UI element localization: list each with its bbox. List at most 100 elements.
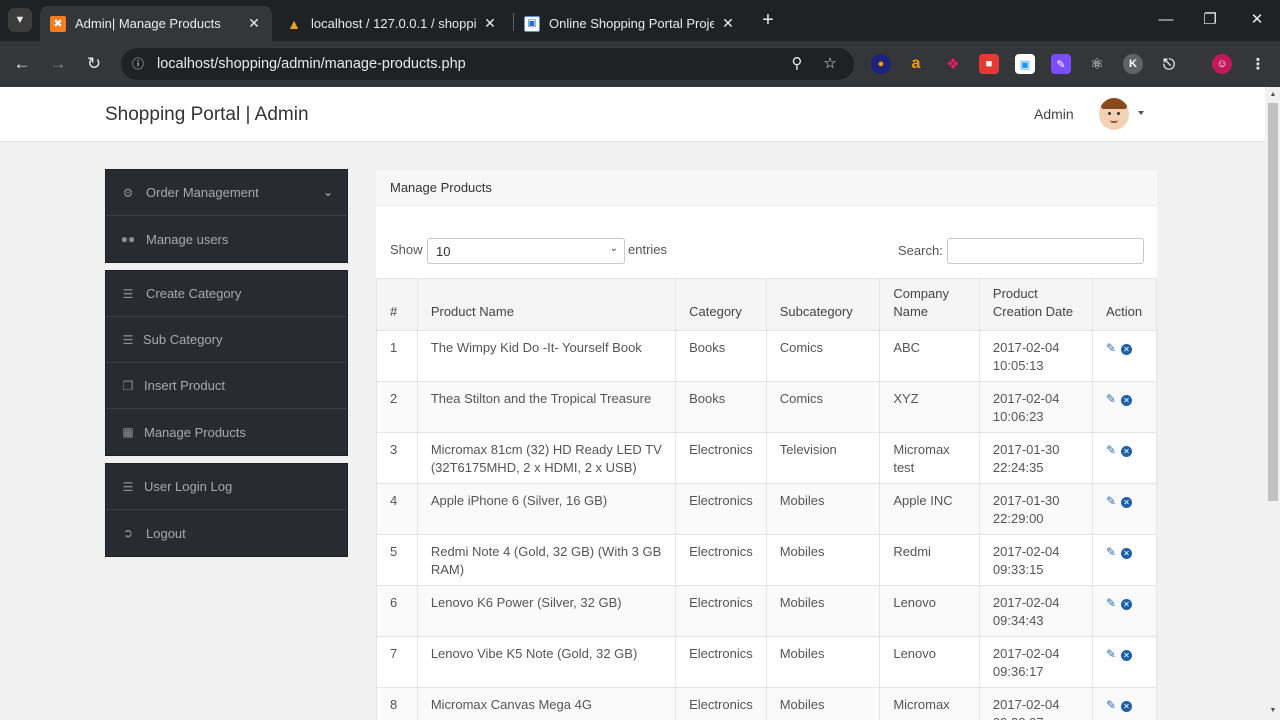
products-table: # Product Name Category Subcategory Comp…	[376, 278, 1157, 720]
browser-tab-active[interactable]: ✖ Admin| Manage Products ✕	[40, 6, 272, 41]
cell-number: 8	[376, 687, 418, 720]
scrollbar-thumb[interactable]	[1268, 103, 1278, 501]
entries-label: entries	[628, 242, 668, 257]
edit-icon[interactable]: ✎	[1106, 699, 1118, 711]
table-header-row: # Product Name Category Subcategory Comp…	[376, 278, 1157, 331]
address-bar[interactable]: ⓘ localhost/shopping/admin/manage-produc…	[121, 48, 854, 80]
column-header-category[interactable]: Category	[675, 278, 767, 331]
sidebar-item-order-management[interactable]: ⚙ Order Management ⌄	[106, 170, 347, 216]
cell-number: 6	[376, 585, 418, 637]
sidebar-group-catalog: ☰ Create Category ☰ Sub Category ❐ Inser…	[105, 270, 348, 456]
delete-icon[interactable]: ✕	[1121, 497, 1132, 508]
edit-icon[interactable]: ✎	[1106, 495, 1118, 507]
pocket-icon[interactable]: ■	[979, 54, 999, 74]
page-size-select[interactable]: 10 ⌄	[427, 238, 625, 264]
browser-tab[interactable]: ▣ Online Shopping Portal Project ✕	[514, 6, 746, 41]
cell-date: 2017-02-04 10:05:13	[978, 330, 1094, 382]
edit-icon[interactable]: ✎	[1106, 546, 1118, 558]
column-header-creation-date[interactable]: Product Creation Date	[978, 278, 1094, 331]
column-header-subcategory[interactable]: Subcategory	[765, 278, 881, 331]
cell-subcategory: Mobiles	[765, 483, 881, 535]
sidebar-item-manage-products[interactable]: ▦ Manage Products	[106, 409, 347, 455]
page-scrollbar[interactable]: ▲ ▼	[1265, 87, 1280, 720]
column-header-action[interactable]: Action	[1092, 278, 1157, 331]
delete-icon[interactable]: ✕	[1121, 446, 1132, 457]
cell-category: Electronics	[675, 636, 767, 688]
show-label: Show	[390, 242, 423, 257]
tab-close-icon[interactable]: ✕	[482, 15, 498, 32]
cell-actions: ✎ ✕	[1092, 534, 1157, 586]
cell-company: XYZ	[879, 381, 980, 433]
sidebar-item-sub-category[interactable]: ☰ Sub Category	[106, 317, 347, 363]
cell-number: 1	[376, 330, 418, 382]
edit-icon[interactable]: ✎	[1106, 444, 1118, 456]
sidebar-item-create-category[interactable]: ☰ Create Category	[106, 271, 347, 317]
edit-icon[interactable]: ✎	[1106, 597, 1118, 609]
cell-product-name: Redmi Note 4 (Gold, 32 GB) (With 3 GB RA…	[416, 534, 677, 586]
color-picker-icon[interactable]: ❖	[943, 54, 963, 74]
browser-tab[interactable]: ▲ localhost / 127.0.0.1 / shopping ✕	[276, 6, 508, 41]
sidebar-item-user-login-log[interactable]: ☰ User Login Log	[106, 464, 347, 510]
profile-k-icon[interactable]: K	[1123, 54, 1143, 74]
site-info-icon[interactable]: ⓘ	[129, 55, 147, 73]
column-header-company-name[interactable]: Company Name	[879, 278, 980, 331]
cell-category: Books	[675, 381, 767, 433]
column-header-number[interactable]: #	[376, 278, 418, 331]
reload-icon[interactable]: ↻	[82, 52, 106, 76]
minimize-icon[interactable]: —	[1155, 8, 1177, 32]
tab-close-icon[interactable]: ✕	[720, 15, 736, 32]
edit-icon[interactable]: ✎	[1106, 648, 1118, 660]
sidebar-item-logout[interactable]: ➲ Logout	[106, 510, 347, 556]
user-name[interactable]: Admin	[1034, 106, 1074, 122]
cell-date: 2017-01-30 22:24:35	[978, 432, 1094, 484]
new-tab-button[interactable]: +	[758, 9, 778, 31]
forward-arrow-icon[interactable]: →	[46, 52, 70, 76]
delete-icon[interactable]: ✕	[1121, 701, 1132, 712]
extensions-puzzle-icon[interactable]: ⎋	[1159, 54, 1179, 74]
back-arrow-icon[interactable]: ←	[10, 52, 34, 76]
sidebar-item-manage-users[interactable]: ●● Manage users	[106, 216, 347, 262]
edit-icon[interactable]: ✎	[1106, 393, 1118, 405]
users-icon: ●●	[120, 232, 136, 246]
table-icon: ▦	[122, 425, 134, 439]
browser-menu-icon[interactable]: ⋮	[1248, 54, 1268, 74]
tab-search-button[interactable]: ▼	[8, 8, 32, 32]
search-input[interactable]	[947, 238, 1144, 264]
tab-close-icon[interactable]: ✕	[246, 15, 262, 32]
extension-icon[interactable]: ●	[871, 54, 891, 74]
delete-icon[interactable]: ✕	[1121, 395, 1132, 406]
restore-icon[interactable]: ❐	[1199, 8, 1221, 32]
cell-company: Redmi	[879, 534, 980, 586]
amazon-icon[interactable]: a	[906, 54, 926, 74]
delete-icon[interactable]: ✕	[1121, 548, 1132, 559]
url-text[interactable]: localhost/shopping/admin/manage-products…	[157, 56, 466, 72]
delete-icon[interactable]: ✕	[1121, 599, 1132, 610]
cell-category: Electronics	[675, 534, 767, 586]
screenshot-icon[interactable]: ▣	[1015, 54, 1035, 74]
list-icon: ☰	[122, 332, 134, 347]
bookmark-star-icon[interactable]: ☆	[820, 54, 840, 74]
sidebar-item-insert-product[interactable]: ❐ Insert Product	[106, 363, 347, 409]
avatar[interactable]	[1099, 98, 1129, 130]
edit-icon[interactable]: ✎	[1106, 342, 1118, 354]
cell-company: Micromax test	[879, 432, 980, 484]
cell-date: 2017-02-04 10:06:23	[978, 381, 1094, 433]
brand-title[interactable]: Shopping Portal | Admin	[105, 104, 309, 126]
site-icon: ▣	[524, 15, 540, 32]
user-dropdown-caret-icon[interactable]	[1138, 111, 1144, 115]
profile-avatar-icon[interactable]: ☺	[1212, 54, 1232, 74]
zoom-icon[interactable]: ⚲	[787, 54, 807, 74]
pen-icon[interactable]: ✎	[1051, 54, 1071, 74]
scroll-up-icon[interactable]: ▲	[1268, 91, 1278, 98]
delete-icon[interactable]: ✕	[1121, 344, 1132, 355]
delete-icon[interactable]: ✕	[1121, 650, 1132, 661]
cell-subcategory: Mobiles	[765, 534, 881, 586]
column-header-product-name[interactable]: Product Name	[416, 278, 677, 331]
cell-date: 2017-02-04 09:34:43	[978, 585, 1094, 637]
react-icon[interactable]: ⚛	[1087, 54, 1107, 74]
sidebar-item-label: Manage users	[146, 231, 229, 247]
scroll-down-icon[interactable]: ▼	[1268, 707, 1278, 714]
cell-product-name: Micromax 81cm (32) HD Ready LED TV (32T6…	[416, 432, 677, 484]
close-window-icon[interactable]: ✕	[1246, 8, 1268, 32]
sidebar-item-label: Sub Category	[143, 332, 223, 347]
